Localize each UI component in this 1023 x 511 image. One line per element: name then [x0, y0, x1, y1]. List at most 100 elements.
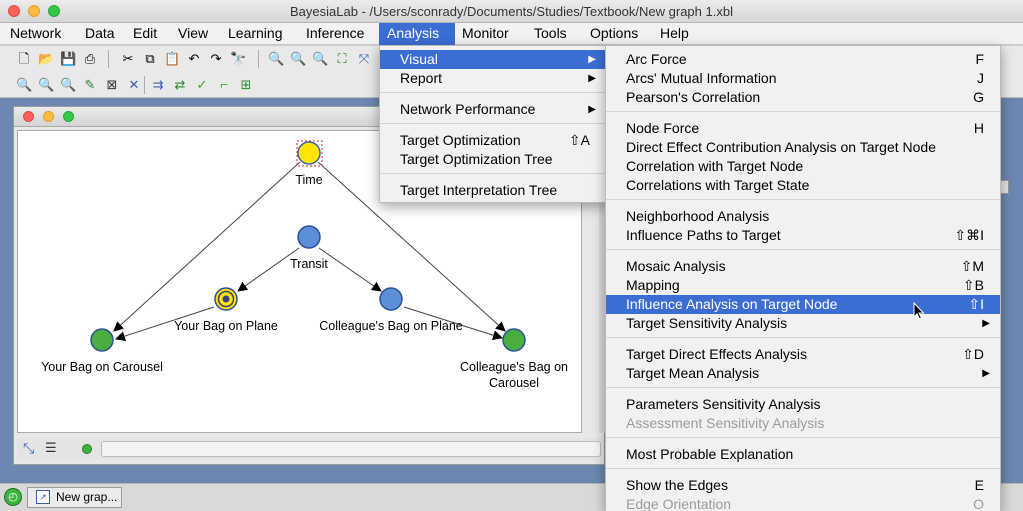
- menu-item-correlations-target-state[interactable]: Correlations with Target State: [606, 176, 1000, 195]
- validate-icon[interactable]: ✓: [194, 77, 210, 93]
- menu-data[interactable]: Data: [77, 23, 123, 45]
- menu-monitor[interactable]: Monitor: [454, 23, 517, 45]
- menu-item-label: Influence Paths to Target: [626, 227, 781, 243]
- menu-help[interactable]: Help: [652, 23, 697, 45]
- menu-shortcut: ⇧M: [960, 258, 984, 274]
- zoom-reset-icon[interactable]: 🔍: [312, 51, 328, 67]
- graph-window-icon: ↗: [36, 490, 50, 504]
- status-light-icon: [82, 444, 92, 454]
- menu-item-arcs-mutual-information[interactable]: Arcs' Mutual Information J: [606, 69, 1000, 88]
- menu-edit[interactable]: Edit: [125, 23, 165, 45]
- paste-icon[interactable]: 📋: [164, 51, 180, 67]
- node-your-bag-on-carousel[interactable]: [90, 328, 114, 352]
- close-graph-window-button[interactable]: [23, 111, 34, 122]
- menu-shortcut: ⇧D: [962, 346, 984, 362]
- analysis-menu: Visual ▶ Report ▶ Network Performance ▶ …: [379, 45, 607, 203]
- menu-item-report[interactable]: Report ▶: [380, 69, 606, 88]
- menu-item-mosaic-analysis[interactable]: Mosaic Analysis ⇧M: [606, 257, 1000, 276]
- menu-item-target-mean-analysis[interactable]: Target Mean Analysis ▶: [606, 364, 1000, 383]
- undo-icon[interactable]: ↶: [186, 51, 202, 67]
- menu-inference[interactable]: Inference: [298, 23, 372, 45]
- menu-item-label: Mosaic Analysis: [626, 258, 726, 274]
- menu-separator: [606, 111, 1000, 112]
- menu-item-parameters-sensitivity[interactable]: Parameters Sensitivity Analysis: [606, 395, 1000, 414]
- menu-item-target-optimization[interactable]: Target Optimization ⇧A: [380, 131, 606, 150]
- arrange-icon[interactable]: ⇄: [172, 77, 188, 93]
- copy-icon[interactable]: ⧉: [142, 51, 158, 67]
- print-icon[interactable]: ⎙: [82, 51, 98, 67]
- node-label-your-bag-on-carousel: Your Bag on Carousel: [41, 360, 163, 374]
- menu-analysis[interactable]: Analysis: [379, 23, 455, 45]
- redo-icon[interactable]: ↷: [208, 51, 224, 67]
- cut-icon[interactable]: ✂: [120, 51, 136, 67]
- app-status-icon[interactable]: ◴: [4, 488, 22, 506]
- add-node-icon[interactable]: ⊞: [238, 77, 254, 93]
- menu-item-mapping[interactable]: Mapping ⇧B: [606, 276, 1000, 295]
- zoom-in-icon[interactable]: 🔍: [268, 51, 284, 67]
- zoom-fit-icon[interactable]: 🔍: [60, 77, 76, 93]
- menu-options[interactable]: Options: [582, 23, 646, 45]
- menu-item-label: Target Mean Analysis: [626, 365, 760, 381]
- menu-item-label: Edge Orientation: [626, 496, 732, 511]
- menu-item-label: Direct Effect Contribution Analysis on T…: [626, 139, 936, 155]
- menu-network[interactable]: Network: [2, 23, 69, 45]
- menu-view[interactable]: View: [170, 23, 216, 45]
- arc-tool-icon[interactable]: ⊠: [104, 77, 120, 93]
- menu-item-visual[interactable]: Visual ▶: [380, 50, 606, 69]
- layout-icon[interactable]: ⤧: [356, 51, 372, 67]
- menu-item-network-performance[interactable]: Network Performance ▶: [380, 100, 606, 119]
- zoom-graph-window-button[interactable]: [63, 111, 74, 122]
- menu-item-label: Show the Edges: [626, 477, 728, 493]
- minimize-graph-window-button[interactable]: [43, 111, 54, 122]
- menu-item-direct-effect-contribution[interactable]: Direct Effect Contribution Analysis on T…: [606, 138, 1000, 157]
- menu-item-target-optimization-tree[interactable]: Target Optimization Tree: [380, 150, 606, 169]
- zoom-minus-icon[interactable]: 🔍: [38, 77, 54, 93]
- window-title: BayesiaLab - /Users/sconrady/Documents/S…: [290, 4, 733, 19]
- menu-item-target-direct-effects[interactable]: Target Direct Effects Analysis ⇧D: [606, 345, 1000, 364]
- arc-mode-icon[interactable]: ⤡: [23, 440, 34, 457]
- menu-item-show-edges[interactable]: Show the Edges E: [606, 476, 1000, 495]
- find-icon[interactable]: 🔭: [230, 51, 246, 67]
- edge-transit-colleagues-bag-on-plane[interactable]: [318, 247, 382, 292]
- menu-item-influence-analysis[interactable]: Influence Analysis on Target Node ⇧I: [606, 295, 1000, 314]
- menu-learning[interactable]: Learning: [220, 23, 291, 45]
- menu-shortcut: J: [977, 70, 984, 86]
- node-label-transit: Transit: [290, 257, 328, 271]
- menu-item-pearsons-correlation[interactable]: Pearson's Correlation G: [606, 88, 1000, 107]
- node-colleagues-bag-on-plane[interactable]: [379, 287, 403, 311]
- menu-item-target-interpretation-tree[interactable]: Target Interpretation Tree: [380, 181, 606, 200]
- toolbar-separator: [108, 50, 109, 68]
- menu-item-most-probable-explanation[interactable]: Most Probable Explanation: [606, 445, 1000, 464]
- node-label-colleagues-bag-on-plane: Colleague's Bag on Plane: [319, 319, 463, 333]
- node-select-icon[interactable]: ✎: [82, 77, 98, 93]
- open-folder-icon[interactable]: 📂: [38, 51, 54, 67]
- node-transit[interactable]: [297, 225, 321, 249]
- menu-item-influence-paths[interactable]: Influence Paths to Target ⇧⌘I: [606, 226, 1000, 245]
- status-field: [101, 441, 601, 457]
- new-file-icon[interactable]: 🗋: [16, 51, 32, 67]
- delete-arc-icon[interactable]: ✕: [126, 77, 142, 93]
- submenu-arrow-icon: ▶: [588, 73, 596, 84]
- node-time[interactable]: [297, 141, 321, 165]
- corner-icon[interactable]: ⌐: [216, 77, 232, 93]
- menu-tools[interactable]: Tools: [526, 23, 575, 45]
- menu-item-label: Target Sensitivity Analysis: [626, 315, 788, 331]
- fit-to-window-icon[interactable]: ⛶: [334, 51, 350, 67]
- menu-item-neighborhood-analysis[interactable]: Neighborhood Analysis: [606, 207, 1000, 226]
- taskbar-window-button[interactable]: ↗ New grap...: [27, 487, 122, 508]
- zoom-out-icon[interactable]: 🔍: [290, 51, 306, 67]
- menu-item-arc-force[interactable]: Arc Force F: [606, 50, 1000, 69]
- save-icon[interactable]: 💾: [60, 51, 76, 67]
- menu-shortcut: ⇧A: [568, 132, 590, 148]
- menu-item-label: Report: [400, 70, 443, 86]
- node-colleagues-bag-on-carousel[interactable]: [502, 328, 526, 352]
- menu-item-node-force[interactable]: Node Force H: [606, 119, 1000, 138]
- menu-item-correlation-target-node[interactable]: Correlation with Target Node: [606, 157, 1000, 176]
- zoom-icon[interactable]: 🔍: [16, 77, 32, 93]
- menu-item-target-sensitivity[interactable]: Target Sensitivity Analysis ▶: [606, 314, 1000, 333]
- submenu-arrow-icon: ▶: [588, 104, 596, 115]
- edge-time-your-bag-on-carousel[interactable]: [113, 161, 301, 332]
- list-icon[interactable]: ☰: [45, 440, 57, 456]
- menu-shortcut: ⇧I: [968, 296, 984, 312]
- align-icon[interactable]: ⇉: [150, 77, 166, 93]
